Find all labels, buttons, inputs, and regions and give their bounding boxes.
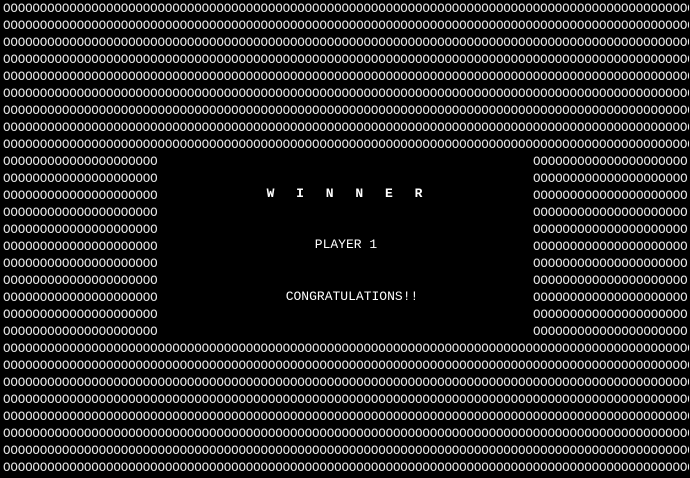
pattern-row: OOOOOOOOOOOOOOOOOOOOOOOOOOOOOOOOOOOOOOOO… (3, 461, 689, 475)
pattern-row-left: OOOOOOOOOOOOOOOOOOOOOOOOOOOOOO (3, 274, 158, 288)
pattern-row: OOOOOOOOOOOOOOOOOOOOOOOOOOOOOOOOOOOOOOOO… (3, 444, 689, 458)
pattern-row: OOOOOOOOOOOOOOOOOOOOOOOOOOOOOOOOOOOOOOOO… (3, 104, 689, 118)
pattern-row-left: OOOOOOOOOOOOOOOOOOOOOOOOOOOOOO (3, 223, 158, 237)
pattern-row-left: OOOOOOOOOOOOOOOOOOOOOOOOOOOOOO (3, 240, 158, 254)
pattern-row: OOOOOOOOOOOOOOOOOOOOOOOOOOOOOOOOOOOOOOOO… (3, 393, 689, 407)
pattern-row: OOOOOOOOOOOOOOOOOOOOOOOOOOOOOOOOOOOOOOOO… (3, 342, 689, 356)
pattern-row-right: OOOOOOOOOOOOOOOOOOOOOOOOOOOOOO (533, 325, 688, 339)
pattern-row: OOOOOOOOOOOOOOOOOOOOOOOOOOOOOOOOOOOOOOOO… (3, 376, 689, 390)
pattern-row-right: OOOOOOOOOOOOOOOOOOOOOOOOOOOOOO (533, 155, 688, 169)
winner-heading: W I N N E R (266, 186, 430, 201)
pattern-row: OOOOOOOOOOOOOOOOOOOOOOOOOOOOOOOOOOOOOOOO… (3, 359, 689, 373)
pattern-row: OOOOOOOOOOOOOOOOOOOOOOOOOOOOOOOOOOOOOOOO… (3, 87, 689, 101)
pattern-row: OOOOOOOOOOOOOOOOOOOOOOOOOOOOOOOOOOOOOOOO… (3, 36, 689, 50)
pattern-row: OOOOOOOOOOOOOOOOOOOOOOOOOOOOOOOOOOOOOOOO… (3, 427, 689, 441)
pattern-row-left: OOOOOOOOOOOOOOOOOOOOOOOOOOOOOO (3, 308, 158, 322)
pattern-row-right: OOOOOOOOOOOOOOOOOOOOOOOOOOOOOO (533, 189, 688, 203)
pattern-row-right: OOOOOOOOOOOOOOOOOOOOOOOOOOOOOO (533, 223, 688, 237)
pattern-row-left: OOOOOOOOOOOOOOOOOOOOOOOOOOOOOO (3, 257, 158, 271)
pattern-row: OOOOOOOOOOOOOOOOOOOOOOOOOOOOOOOOOOOOOOOO… (3, 70, 689, 84)
pattern-row-left: OOOOOOOOOOOOOOOOOOOOOOOOOOOOOO (3, 155, 158, 169)
pattern-row-left: OOOOOOOOOOOOOOOOOOOOOOOOOOOOOO (3, 291, 158, 305)
pattern-row-right: OOOOOOOOOOOOOOOOOOOOOOOOOOOOOO (533, 172, 688, 186)
game-screen: OOOOOOOOOOOOOOOOOOOOOOOOOOOOOO OOOOOOOOOO… (0, 0, 690, 478)
pattern-row-right: OOOOOOOOOOOOOOOOOOOOOOOOOOOOOO (533, 274, 688, 288)
pattern-row-left: OOOOOOOOOOOOOOOOOOOOOOOOOOOOOO (3, 189, 158, 203)
pattern-row-right: OOOOOOOOOOOOOOOOOOOOOOOOOOOOOO (533, 291, 688, 305)
pattern-row: OOOOOOOOOOOOOOOOOOOOOOOOOOOOOOOOOOOOOOOO… (3, 410, 689, 424)
pattern-row-right: OOOOOOOOOOOOOOOOOOOOOOOOOOOOOO (533, 240, 688, 254)
pattern-row: OOOOOOOOOOOOOOOOOOOOOOOOOOOOOOOOOOOOOOOO… (3, 19, 689, 33)
pattern-row-right: OOOOOOOOOOOOOOOOOOOOOOOOOOOOOO (533, 206, 688, 220)
congratulations-message: CONGRATULATIONS!! (285, 289, 419, 304)
pattern-row-right: OOOOOOOOOOOOOOOOOOOOOOOOOOOOOO (533, 308, 688, 322)
winning-player-label: PLAYER 1 (314, 237, 378, 252)
pattern-row: OOOOOOOOOOOOOOOOOOOOOOOOOOOOOOOOOOOOOOOO… (3, 121, 689, 135)
pattern-row-left: OOOOOOOOOOOOOOOOOOOOOOOOOOOOOO (3, 325, 158, 339)
pattern-row-left: OOOOOOOOOOOOOOOOOOOOOOOOOOOOOO (3, 172, 158, 186)
pattern-row-right: OOOOOOOOOOOOOOOOOOOOOOOOOOOOOO (533, 257, 688, 271)
pattern-row-left: OOOOOOOOOOOOOOOOOOOOOOOOOOOOOO (3, 206, 158, 220)
pattern-row: OOOOOOOOOOOOOOOOOOOOOOOOOOOOOOOOOOOOOOOO… (3, 53, 689, 67)
winner-panel: W I N N E R PLAYER 1 CONGRATULATIONS!! (157, 152, 531, 340)
pattern-row: OOOOOOOOOOOOOOOOOOOOOOOOOOOOOOOOOOOOOOOO… (3, 2, 689, 16)
